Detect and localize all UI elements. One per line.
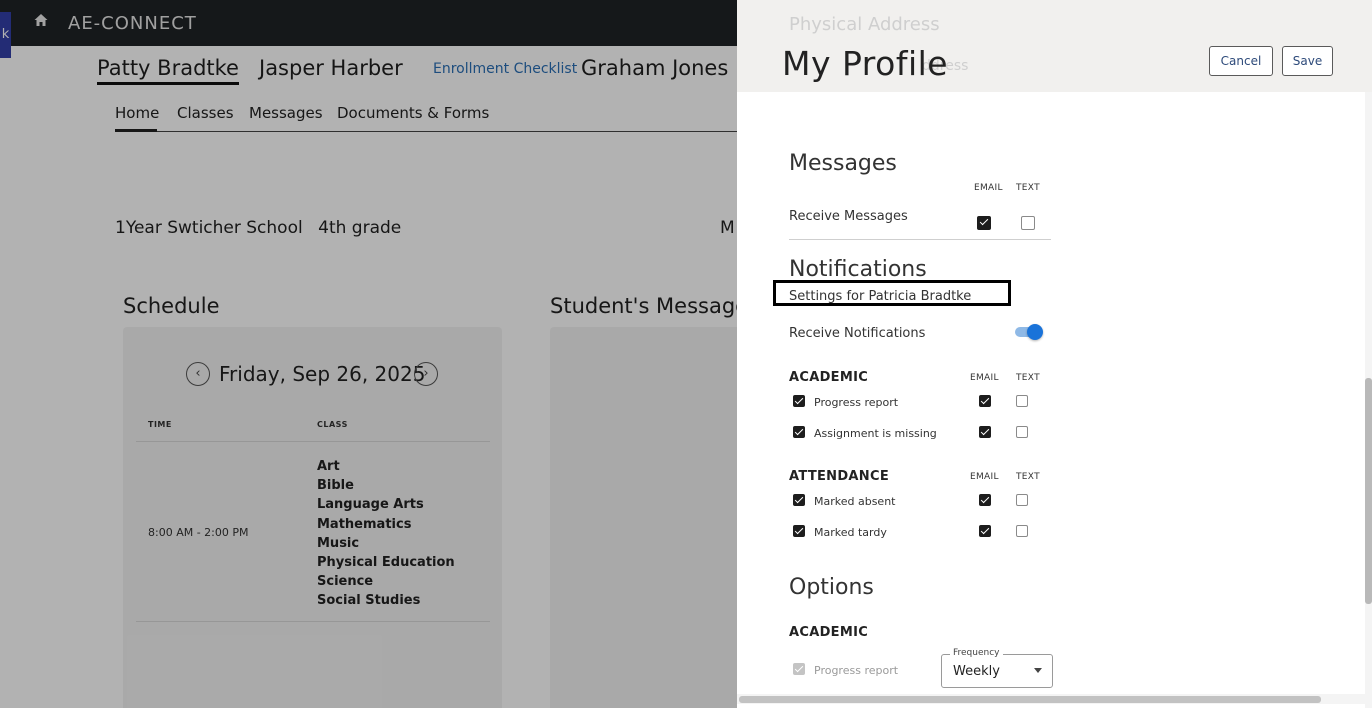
marked-absent-checkbox[interactable]: [793, 494, 805, 506]
marked-tardy-label: Marked tardy: [814, 526, 887, 539]
settings-for-label: Settings for Patricia Bradtke: [789, 289, 972, 304]
messages-email-checkbox[interactable]: [977, 216, 991, 230]
modal-backdrop[interactable]: [0, 0, 737, 708]
frequency-select[interactable]: Frequency Weekly: [941, 648, 1053, 688]
horizontal-scrollbar-thumb[interactable]: [739, 696, 1321, 703]
progress-report-label: Progress report: [814, 396, 899, 409]
scrolled-section-heading: Physical Address: [789, 14, 940, 35]
attendance-group-title: ATTENDANCE: [789, 469, 889, 484]
vertical-scrollbar-thumb[interactable]: [1365, 378, 1372, 604]
academic-group-title: ACADEMIC: [789, 370, 869, 385]
notifications-section-title: Notifications: [789, 257, 927, 282]
section-divider: [789, 239, 1051, 240]
progress-report-text-checkbox[interactable]: [1016, 395, 1028, 407]
messages-section-title: Messages: [789, 151, 897, 176]
options-academic-title: ACADEMIC: [789, 625, 869, 640]
frequency-value: Weekly: [953, 664, 1000, 679]
messages-text-header: TEXT: [1016, 183, 1040, 193]
options-progress-report-label: Progress report: [814, 664, 899, 677]
academic-text-header: TEXT: [1016, 373, 1040, 383]
progress-report-email-checkbox[interactable]: [979, 395, 991, 407]
messages-text-checkbox[interactable]: [1021, 216, 1035, 230]
marked-absent-text-checkbox[interactable]: [1016, 494, 1028, 506]
attendance-text-header: TEXT: [1016, 472, 1040, 482]
marked-absent-label: Marked absent: [814, 495, 896, 508]
save-button[interactable]: Save: [1282, 46, 1333, 76]
frequency-label: Frequency: [950, 648, 1003, 658]
progress-report-checkbox[interactable]: [793, 395, 805, 407]
academic-email-header: EMAIL: [970, 373, 999, 383]
drawer-title: My Profile: [782, 44, 949, 83]
options-section-title: Options: [789, 575, 874, 600]
assignment-missing-text-checkbox[interactable]: [1016, 426, 1028, 438]
my-profile-drawer: Physical Address ddress My Profile Cance…: [737, 0, 1372, 708]
toggle-knob[interactable]: [1027, 324, 1043, 340]
background-app: AE-CONNECT k Patty Bradtke Jasper Harber…: [0, 0, 737, 708]
marked-absent-email-checkbox[interactable]: [979, 494, 991, 506]
drawer-header: Physical Address ddress My Profile Cance…: [737, 0, 1372, 92]
assignment-missing-email-checkbox[interactable]: [979, 426, 991, 438]
attendance-email-header: EMAIL: [970, 472, 999, 482]
messages-email-header: EMAIL: [974, 183, 1003, 193]
marked-tardy-text-checkbox[interactable]: [1016, 525, 1028, 537]
receive-messages-label: Receive Messages: [789, 209, 908, 224]
options-progress-report-checkbox: [793, 663, 805, 675]
receive-notifications-label: Receive Notifications: [789, 326, 926, 341]
assignment-missing-label: Assignment is missing: [814, 427, 937, 440]
marked-tardy-email-checkbox[interactable]: [979, 525, 991, 537]
marked-tardy-checkbox[interactable]: [793, 525, 805, 537]
chevron-down-icon: [1034, 668, 1042, 673]
assignment-missing-checkbox[interactable]: [793, 426, 805, 438]
cancel-button[interactable]: Cancel: [1209, 46, 1273, 76]
